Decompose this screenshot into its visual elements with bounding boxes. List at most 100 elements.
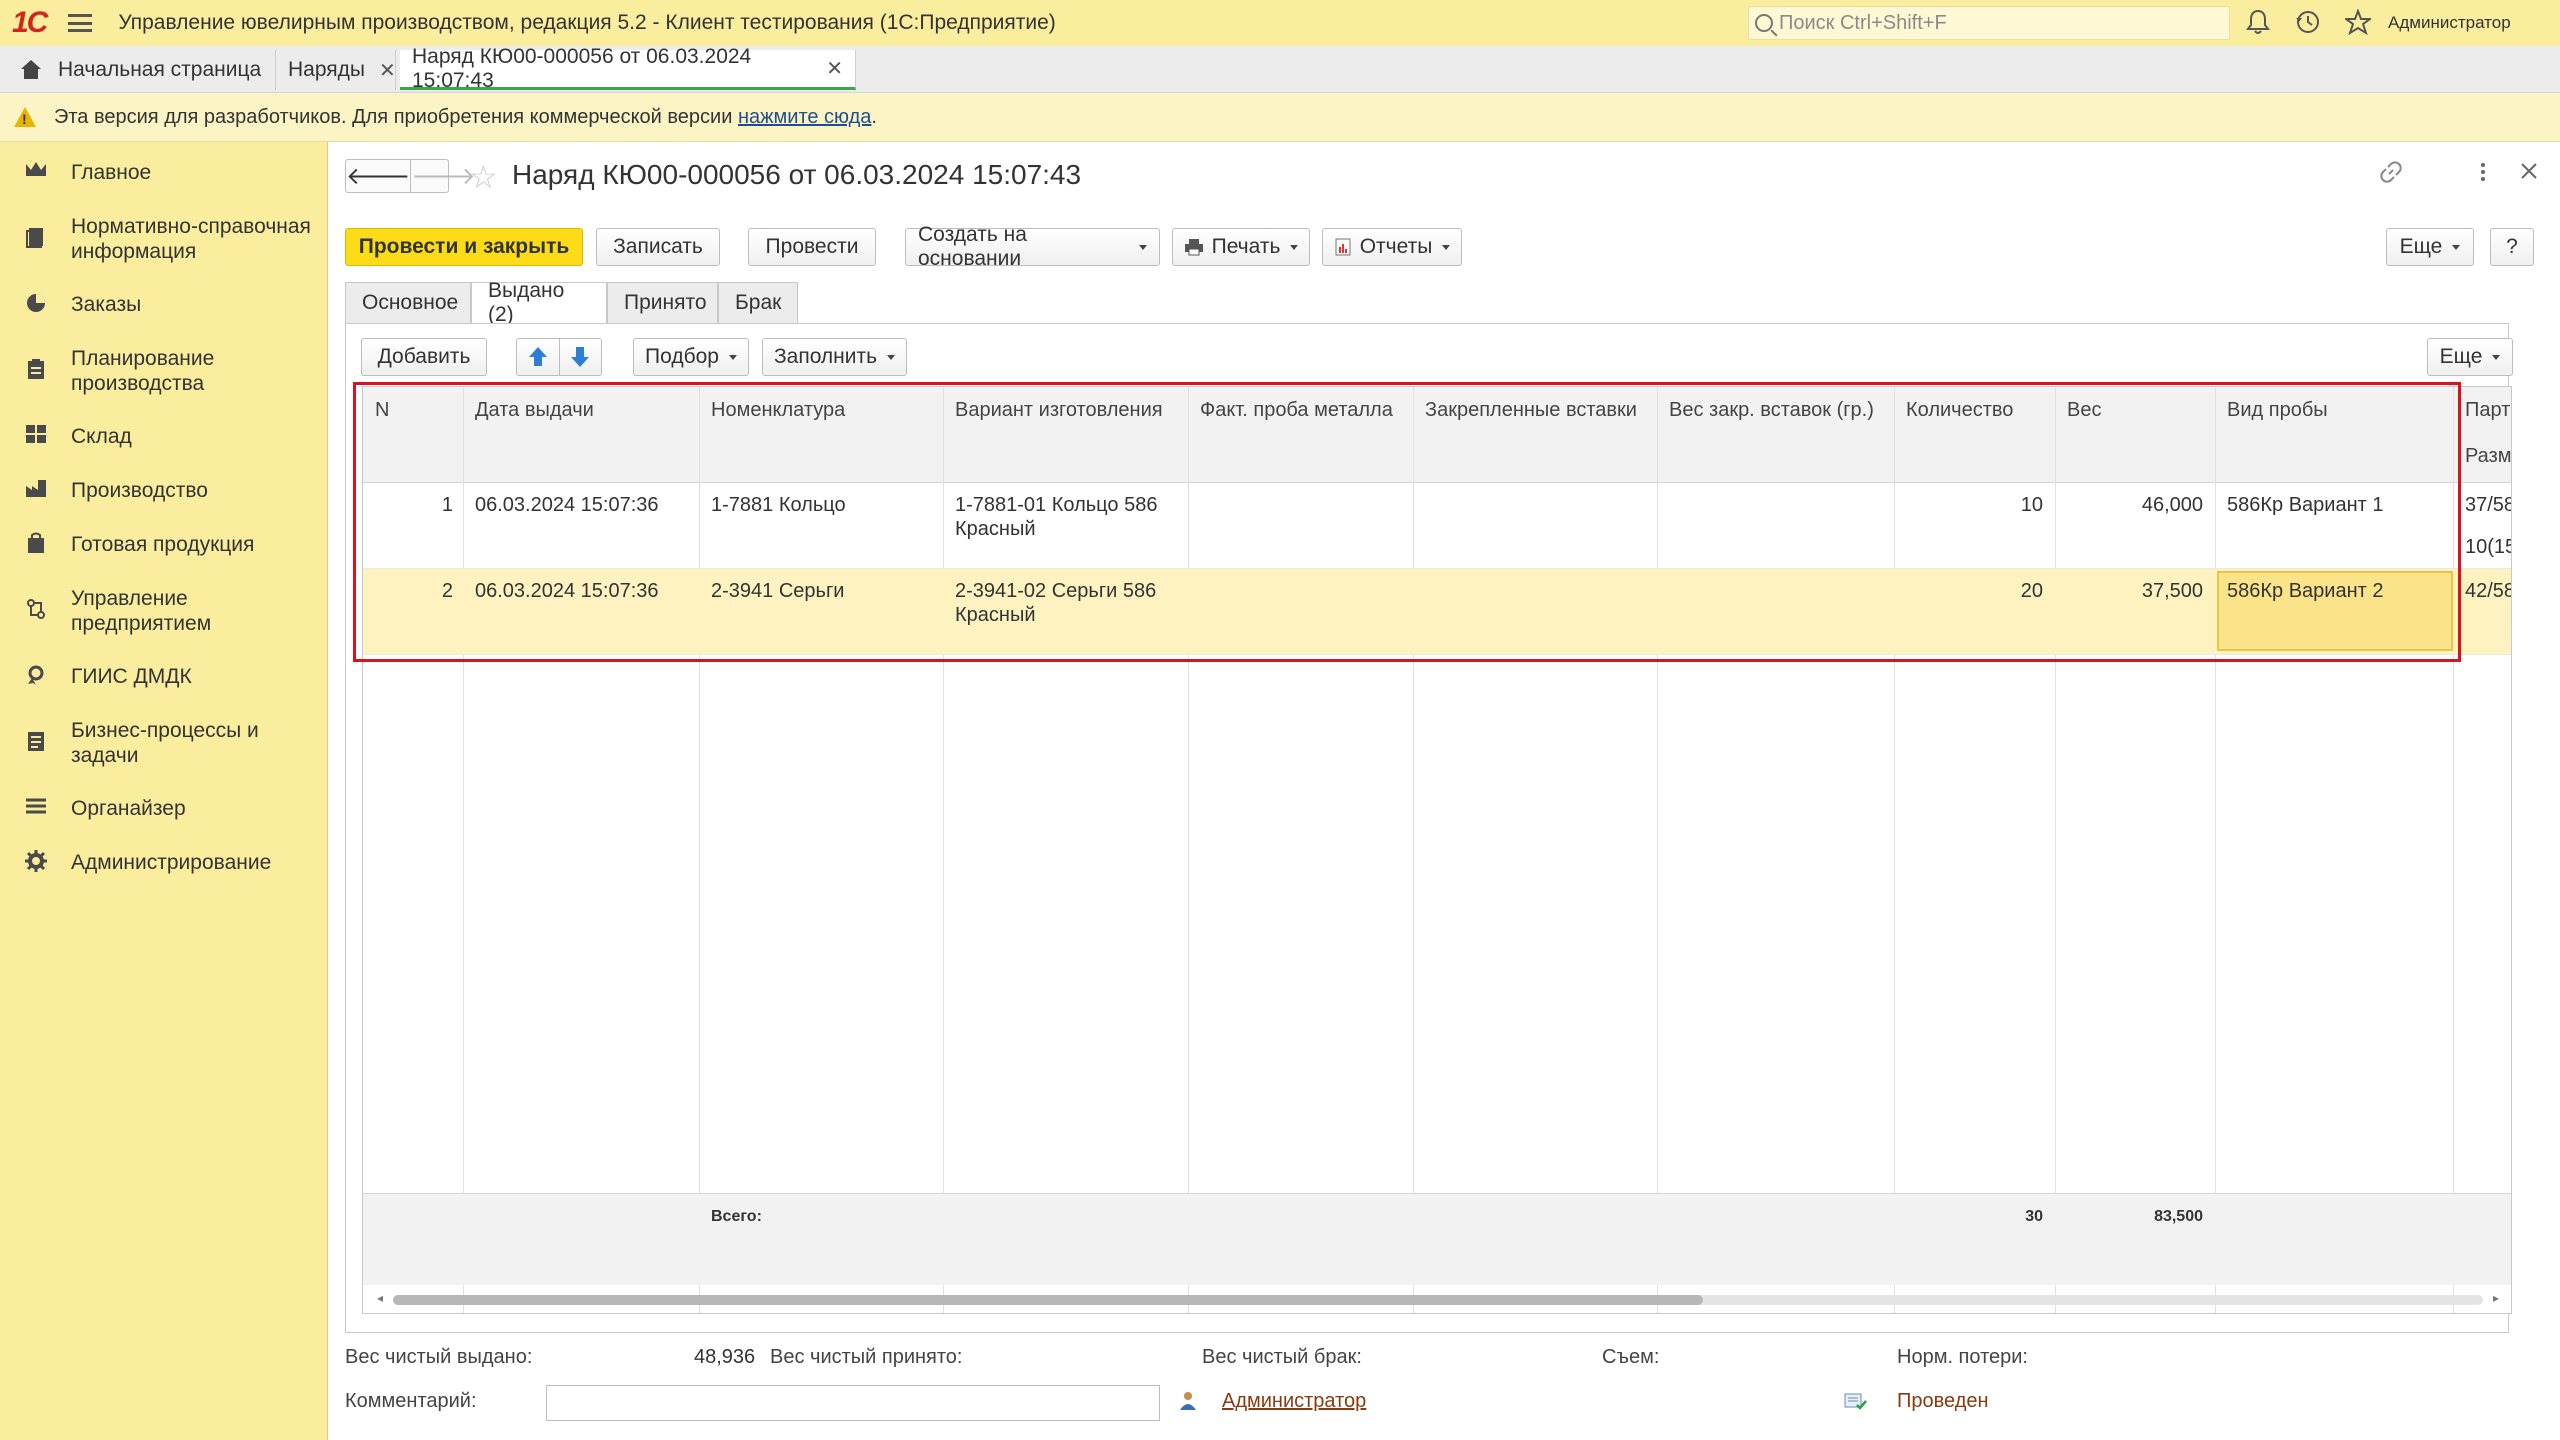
app-logo[interactable]: 1С <box>12 6 48 40</box>
sidebar-item-label: Главное <box>71 161 152 184</box>
column-header-n[interactable]: N <box>375 399 389 422</box>
scroll-thumb[interactable] <box>393 1295 1703 1305</box>
more-button[interactable]: Еще <box>2386 228 2474 266</box>
cell-quantity: 20 <box>2020 580 2043 602</box>
move-down-button[interactable] <box>558 339 602 375</box>
reports-label: Отчеты <box>1359 235 1433 258</box>
orders-icon <box>24 292 48 314</box>
fill-button[interactable]: Заполнить <box>762 338 907 376</box>
horizontal-scrollbar[interactable]: ◂ ▸ <box>373 1291 2503 1305</box>
app-title: Управление ювелирным производством, реда… <box>118 11 1056 34</box>
more-vertical-icon[interactable] <box>2479 160 2487 191</box>
post-button[interactable]: Провести <box>748 228 876 266</box>
back-arrow-icon[interactable]: 🡐 <box>346 160 410 192</box>
scroll-left-icon[interactable]: ◂ <box>377 1291 383 1305</box>
favorite-star-icon[interactable]: ☆ <box>469 158 498 196</box>
gear-icon <box>24 850 48 872</box>
current-user[interactable]: Администратор <box>2388 13 2511 33</box>
home-icon <box>20 60 42 80</box>
search-input[interactable]: Поиск Ctrl+Shift+F <box>1748 6 2230 40</box>
sidebar-item-label: Заказы <box>71 293 142 316</box>
tab-document[interactable]: Наряд КЮ00-000056 от 06.03.2024 15:07:43… <box>400 45 856 92</box>
comment-label: Комментарий: <box>345 1390 477 1412</box>
sidebar-item-planning[interactable]: Планирование производства <box>0 346 328 400</box>
tab-naryady[interactable]: Наряды ✕ <box>276 50 396 90</box>
page-title: Наряд КЮ00-000056 от 06.03.2024 15:07:43 <box>512 159 1082 190</box>
tab-received[interactable]: Принято <box>607 282 718 324</box>
post-and-close-button[interactable]: Провести и закрыть <box>345 228 583 266</box>
sidebar-item-label: Склад <box>71 425 132 448</box>
close-tab-icon[interactable]: ✕ <box>826 56 843 81</box>
add-row-button[interactable]: Добавить <box>361 338 487 376</box>
tab-home[interactable]: Начальная страница <box>8 50 276 90</box>
cell-weight: 46,000 <box>2141 494 2203 516</box>
banner-tail: . <box>871 105 877 128</box>
column-header-party[interactable]: Парти <box>2465 399 2511 422</box>
reports-button[interactable]: Отчеты <box>1322 228 1462 266</box>
table-more-label: Еще <box>2439 345 2483 368</box>
favorites-star-icon[interactable] <box>2342 8 2374 37</box>
cell-quantity: 10 <box>2020 494 2043 516</box>
tab-label: Наряд КЮ00-000056 от 06.03.2024 15:07:43 <box>412 44 752 92</box>
cell-size: 10(15 <box>2465 536 2512 558</box>
column-header-size[interactable]: Разме <box>2465 445 2511 468</box>
close-tab-icon[interactable]: ✕ <box>379 58 396 83</box>
sidebar-item-management[interactable]: Управление предприятием <box>0 586 328 640</box>
help-button[interactable]: ? <box>2490 228 2534 266</box>
table-more-button[interactable]: Еще <box>2427 338 2513 376</box>
cell-variant-line: Красный <box>955 604 1036 626</box>
cell-weight: 37,500 <box>2141 580 2203 602</box>
sidebar-item-reference[interactable]: Нормативно-справочная информация <box>0 214 328 268</box>
forward-arrow-icon[interactable]: 🡒 <box>410 160 476 192</box>
print-button[interactable]: Печать <box>1172 228 1310 266</box>
table-footer-totals: Всего: 30 83,500 <box>363 1193 2511 1285</box>
sidebar-item-giis[interactable]: ГИИС ДМДК <box>0 664 328 694</box>
sidebar-item-warehouse[interactable]: Склад <box>0 424 328 454</box>
cell-date: 06.03.2024 15:07:36 <box>475 580 659 602</box>
column-header-fact-assay[interactable]: Факт. проба металла <box>1200 399 1393 422</box>
sidebar-item-admin[interactable]: Администрирование <box>0 850 328 880</box>
table-row[interactable]: 1 06.03.2024 15:07:36 1-7881 Кольцо 1-78… <box>363 483 2512 569</box>
sidebar-item-organizer[interactable]: Органайзер <box>0 796 328 826</box>
weight-total: 83,500 <box>2154 1208 2203 1225</box>
sidebar-item-label: Производство <box>71 479 208 502</box>
net-issued-value: 48,936 <box>694 1346 756 1368</box>
sidebar-item-products[interactable]: Готовая продукция <box>0 532 328 562</box>
column-header-date[interactable]: Дата выдачи <box>475 399 594 422</box>
sidebar-item-production[interactable]: Производство <box>0 478 328 508</box>
column-header-nomenclature[interactable]: Номенклатура <box>711 399 845 422</box>
comment-input[interactable] <box>546 1385 1160 1421</box>
net-issued-label: Вес чистый выдано: <box>345 1346 533 1368</box>
cell-nomenclature: 2-3941 Серьги <box>711 580 845 602</box>
management-icon <box>24 598 48 620</box>
search-icon <box>1755 14 1773 32</box>
history-icon[interactable] <box>2294 9 2322 37</box>
tab-issued[interactable]: Выдано (2) <box>471 279 607 326</box>
column-header-weight[interactable]: Вес <box>2067 399 2101 422</box>
tab-main[interactable]: Основное <box>345 282 471 324</box>
move-up-button[interactable] <box>517 339 559 375</box>
author-link[interactable]: Администратор <box>1222 1390 1366 1413</box>
table-row-selected[interactable]: 2 06.03.2024 15:07:36 2-3941 Серьги 2-39… <box>363 569 2511 655</box>
column-header-assay-kind[interactable]: Вид пробы <box>2227 399 2328 422</box>
column-header-inserts[interactable]: Закрепленные вставки <box>1425 399 1637 422</box>
close-icon[interactable] <box>2519 160 2539 188</box>
sidebar-item-tasks[interactable]: Бизнес-процессы и задачи <box>0 718 328 772</box>
link-icon[interactable] <box>2379 160 2403 191</box>
scroll-right-icon[interactable]: ▸ <box>2493 1291 2499 1305</box>
column-header-inserts-weight[interactable]: Вес закр. вставок (гр.) <box>1669 399 1874 422</box>
issued-items-table[interactable]: N Дата выдачи Номенклатура Вариант изгот… <box>362 386 2512 1314</box>
sidebar-item-orders[interactable]: Заказы <box>0 292 328 322</box>
banner-link[interactable]: нажмите сюда <box>738 106 871 128</box>
save-button[interactable]: Записать <box>596 228 720 266</box>
main-menu-icon[interactable] <box>68 14 93 32</box>
pick-button[interactable]: Подбор <box>633 338 749 376</box>
sidebar-item-main[interactable]: Главное <box>0 160 328 190</box>
cell-assay-kind: 586Кр Вариант 1 <box>2227 494 2384 516</box>
total-label: Всего: <box>711 1208 762 1225</box>
create-based-on-button[interactable]: Создать на основании <box>905 223 1160 270</box>
tab-defect[interactable]: Брак <box>718 282 798 324</box>
column-header-quantity[interactable]: Количество <box>1906 399 2013 422</box>
bell-icon[interactable] <box>2244 9 2272 37</box>
column-header-variant[interactable]: Вариант изготовления <box>955 399 1163 422</box>
